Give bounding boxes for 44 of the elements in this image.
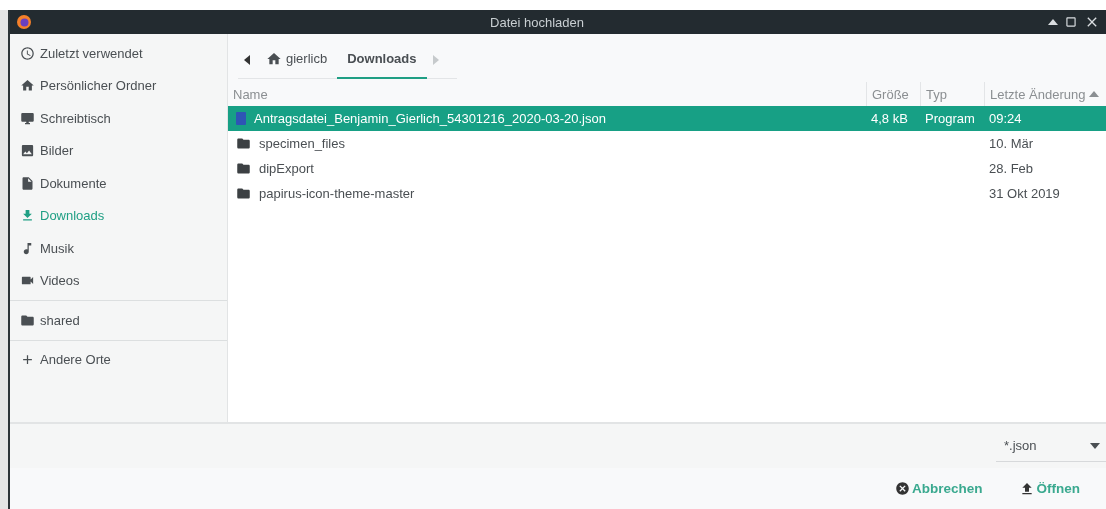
dropdown-arrow-icon <box>1090 442 1100 449</box>
modified-date: 28. Feb <box>988 161 1035 176</box>
triangle-up-icon <box>1048 19 1058 25</box>
folder-icon <box>236 136 251 151</box>
file-name: Antragsdatei_Benjamin_Gierlich_54301216_2020-03-20.json <box>228 111 866 126</box>
sidebar-item[interactable]: Dokumente <box>10 167 227 200</box>
sidebar-item[interactable]: shared <box>10 304 227 337</box>
sidebar-item[interactable]: Persönlicher Ordner <box>10 69 227 102</box>
cancel-icon <box>895 481 910 496</box>
document-icon <box>20 175 35 191</box>
sidebar-item[interactable]: Zuletzt verwendet <box>10 37 227 70</box>
sidebar-item[interactable]: Andere Orte <box>10 343 227 376</box>
file-row[interactable]: specimen_files 10. Mär <box>228 131 1106 156</box>
left-arrow-icon <box>244 54 250 65</box>
sidebar-item[interactable]: Musik <box>10 232 227 265</box>
sidebar-item[interactable]: Videos <box>10 264 227 297</box>
path-button[interactable]: gierlicb <box>256 40 338 79</box>
right-arrow-icon <box>432 54 439 65</box>
folder-icon <box>236 186 251 201</box>
modified-date: 09:24 <box>988 111 1023 126</box>
modified-date: 31 Okt 2019 <box>988 186 1061 201</box>
minimize-button[interactable] <box>1048 19 1058 25</box>
file-name: specimen_files <box>228 136 866 151</box>
home-icon <box>20 78 35 94</box>
home-icon <box>266 50 282 67</box>
file-type: Program <box>924 111 976 126</box>
clock-icon <box>20 45 35 61</box>
sidebar-item[interactable]: Bilder <box>10 134 227 167</box>
file-size: 4,8 kB <box>870 111 909 126</box>
browser-logo-icon <box>16 14 32 30</box>
file-name: dipExport <box>228 161 866 176</box>
file-name: papirus-icon-theme-master <box>228 186 866 201</box>
json-file-icon <box>236 112 246 125</box>
folder-icon <box>236 161 251 176</box>
file-row[interactable]: papirus-icon-theme-master 31 Okt 2019 <box>228 181 1106 206</box>
modified-date: 10. Mär <box>988 136 1035 151</box>
sidebar-item[interactable]: Schreibtisch <box>10 102 227 135</box>
download-icon <box>20 208 35 224</box>
image-icon <box>20 143 35 159</box>
window-title: Datei hochladen <box>489 14 585 30</box>
file-row[interactable]: dipExport 28. Feb <box>228 156 1106 181</box>
monitor-icon <box>20 110 35 126</box>
maximize-button[interactable] <box>1064 15 1078 29</box>
file-type-dropdown[interactable]: *.json <box>996 430 1106 462</box>
